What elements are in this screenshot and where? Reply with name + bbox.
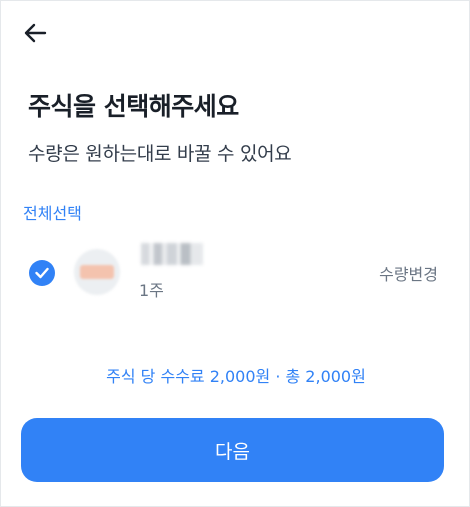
stock-name-blurred [141,243,203,265]
back-button[interactable] [15,15,55,51]
change-quantity-button[interactable]: 수량변경 [379,261,438,285]
select-all-button[interactable]: 전체선택 [23,200,82,224]
page-subtitle: 수량은 원하는대로 바꿀 수 있어요 [28,143,292,165]
arrow-left-icon [24,23,47,43]
stock-list-item[interactable]: 1주 수량변경 [1,237,470,311]
check-icon [35,267,49,279]
stock-logo-icon [74,249,120,295]
screen: 주식을 선택해주세요 수량은 원하는대로 바꿀 수 있어요 전체선택 1주 수량… [0,0,470,507]
stock-checkbox[interactable] [29,260,55,286]
stock-quantity: 1주 [139,281,164,300]
next-button[interactable]: 다음 [21,418,444,482]
page-title: 주식을 선택해주세요 [28,92,239,121]
fee-summary: 주식 당 수수료 2,000원 · 총 2,000원 [106,367,366,386]
